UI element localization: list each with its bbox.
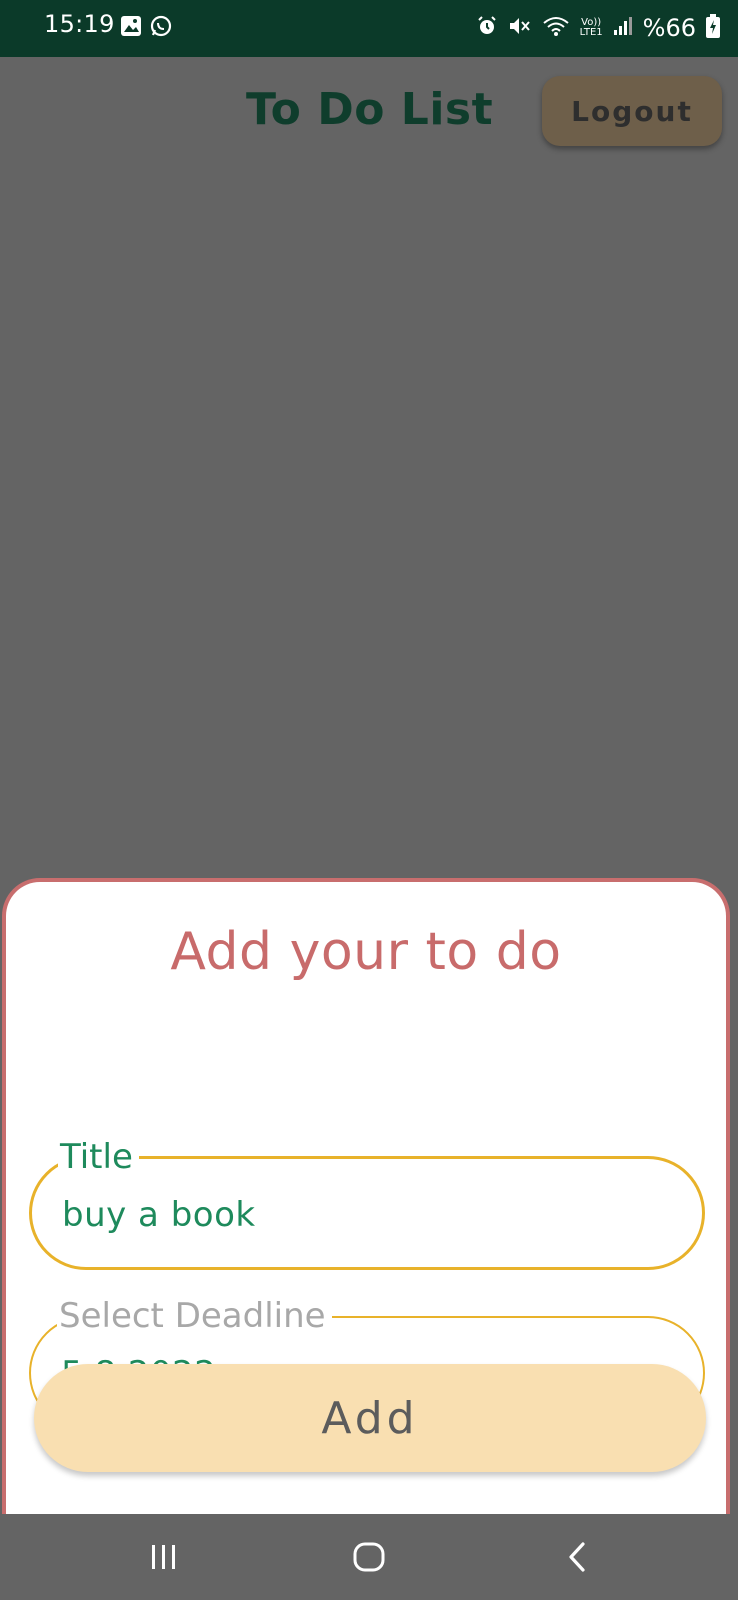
status-bar: 15:19 Vo)) LTE1 %66 bbox=[0, 0, 738, 57]
back-icon[interactable] bbox=[549, 1534, 605, 1580]
network-lte: LTE1 bbox=[579, 27, 603, 38]
wifi-icon bbox=[542, 15, 570, 41]
recent-apps-icon[interactable] bbox=[136, 1534, 192, 1580]
sheet-title: Add your to do bbox=[170, 922, 562, 982]
alarm-icon bbox=[476, 15, 498, 41]
battery-percent: %66 bbox=[642, 14, 696, 42]
signal-icon bbox=[613, 15, 633, 41]
title-field-value[interactable]: buy a book bbox=[62, 1195, 256, 1235]
navigation-bar bbox=[0, 1514, 738, 1600]
title-field[interactable]: Title buy a book bbox=[29, 1137, 705, 1270]
add-button[interactable]: Add bbox=[34, 1364, 706, 1472]
network-type: Vo)) LTE1 bbox=[580, 18, 603, 38]
mute-icon bbox=[508, 15, 532, 41]
whatsapp-icon bbox=[150, 15, 172, 37]
deadline-field-label: Select Deadline bbox=[57, 1296, 332, 1336]
gallery-icon bbox=[120, 15, 142, 37]
title-field-label: Title bbox=[58, 1137, 139, 1177]
app-title: To Do List bbox=[246, 84, 494, 135]
status-time: 15:19 bbox=[44, 10, 115, 38]
home-icon[interactable] bbox=[341, 1534, 397, 1580]
logout-button[interactable]: Logout bbox=[542, 76, 722, 146]
battery-icon bbox=[706, 14, 720, 42]
